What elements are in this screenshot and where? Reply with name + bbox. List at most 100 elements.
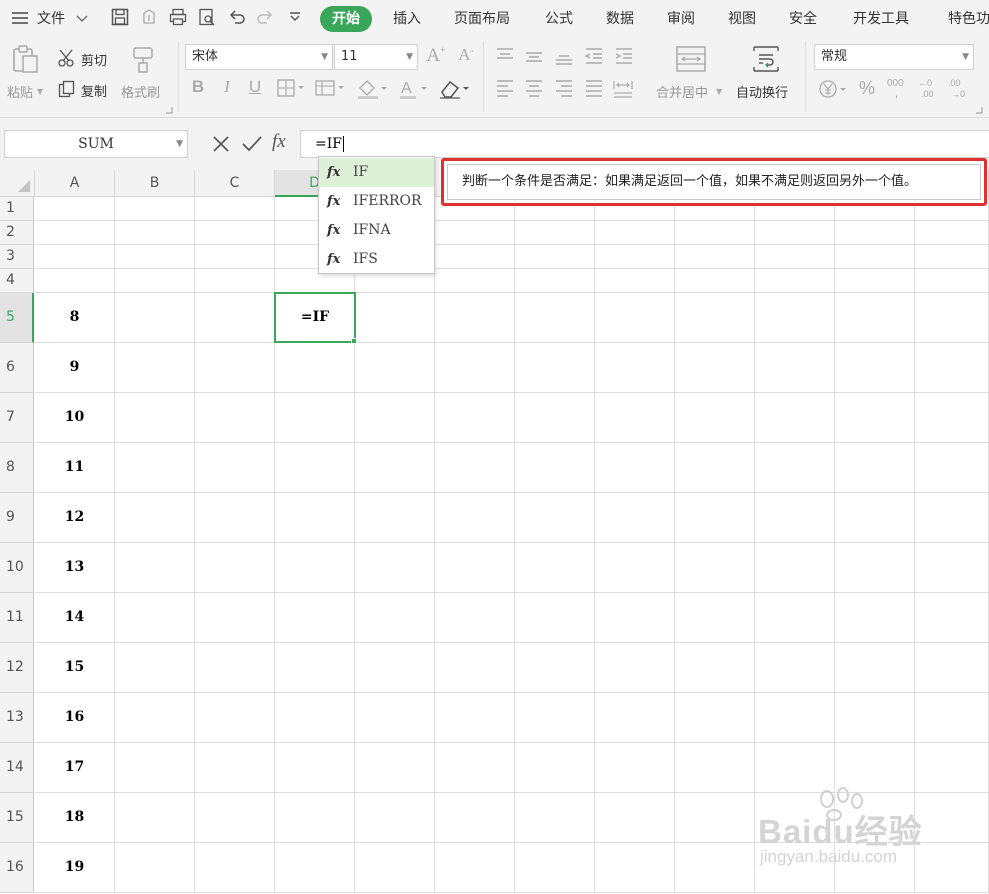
table-cell[interactable] (275, 543, 355, 593)
row-header-11[interactable]: 11 (0, 593, 34, 643)
table-cell[interactable] (835, 443, 915, 493)
table-cell[interactable] (595, 643, 675, 693)
clipboard-expand-icon[interactable] (165, 102, 173, 114)
print-icon[interactable] (167, 7, 189, 29)
cut-button[interactable]: 剪切 (81, 50, 107, 69)
table-cell[interactable] (435, 593, 515, 643)
table-cell[interactable] (275, 693, 355, 743)
table-cell[interactable] (595, 543, 675, 593)
table-cell[interactable] (835, 693, 915, 743)
cell-style-icon[interactable] (314, 78, 348, 98)
customize-toolbar-icon[interactable] (284, 7, 306, 29)
tab-review[interactable]: 审阅 (667, 6, 695, 32)
hamburger-menu-icon[interactable] (10, 8, 30, 28)
table-cell[interactable] (115, 221, 195, 245)
export-icon[interactable] (139, 7, 161, 29)
table-cell[interactable] (755, 393, 835, 443)
table-cell[interactable] (275, 743, 355, 793)
table-cell[interactable] (755, 221, 835, 245)
table-cell[interactable] (115, 197, 195, 221)
table-cell[interactable] (355, 693, 435, 743)
table-cell[interactable] (515, 293, 595, 343)
table-cell[interactable] (115, 693, 195, 743)
table-cell[interactable] (355, 843, 435, 893)
row-header-1[interactable]: 1 (0, 197, 34, 221)
tab-security[interactable]: 安全 (789, 6, 817, 32)
table-cell[interactable] (675, 343, 755, 393)
column-header-c[interactable]: C (195, 170, 275, 197)
tab-developer[interactable]: 开发工具 (853, 6, 909, 32)
print-preview-icon[interactable] (196, 7, 218, 29)
table-cell[interactable] (115, 543, 195, 593)
row-header-16[interactable]: 16 (0, 843, 34, 893)
redo-icon[interactable] (254, 7, 276, 29)
table-cell[interactable] (675, 293, 755, 343)
format-painter-icon[interactable] (128, 44, 158, 74)
table-cell[interactable] (195, 245, 275, 269)
format-painter-button[interactable]: 格式刷 (121, 82, 160, 101)
table-cell[interactable] (515, 643, 595, 693)
table-cell[interactable] (435, 543, 515, 593)
table-cell[interactable] (195, 543, 275, 593)
tab-page-layout[interactable]: 页面布局 (454, 6, 510, 32)
cell-a15[interactable]: 18 (35, 793, 115, 843)
table-cell[interactable] (515, 393, 595, 443)
italic-icon[interactable]: I (218, 78, 236, 98)
percent-icon[interactable]: % (856, 79, 878, 99)
cell-a8[interactable]: 11 (35, 443, 115, 493)
table-cell[interactable] (835, 269, 915, 293)
cell-a14[interactable]: 17 (35, 743, 115, 793)
table-cell[interactable] (195, 793, 275, 843)
merge-center-icon[interactable] (674, 44, 708, 74)
table-cell[interactable] (595, 293, 675, 343)
table-cell[interactable] (595, 743, 675, 793)
table-cell[interactable] (755, 593, 835, 643)
table-cell[interactable] (115, 293, 195, 343)
table-cell[interactable] (355, 743, 435, 793)
table-cell[interactable] (515, 343, 595, 393)
table-cell[interactable] (915, 593, 989, 643)
table-cell[interactable] (915, 493, 989, 543)
row-header-13[interactable]: 13 (0, 693, 34, 743)
decrease-font-size-icon[interactable]: A- (454, 46, 478, 68)
table-cell[interactable] (595, 269, 675, 293)
cell-a16[interactable]: 19 (35, 843, 115, 893)
table-cell[interactable] (835, 793, 915, 843)
table-cell[interactable] (835, 743, 915, 793)
table-cell[interactable] (515, 443, 595, 493)
align-top-icon[interactable] (494, 46, 516, 66)
align-middle-icon[interactable] (523, 46, 545, 66)
file-menu[interactable]: 文件 (37, 6, 65, 32)
cell-a11[interactable]: 14 (35, 593, 115, 643)
table-cell[interactable] (675, 443, 755, 493)
table-cell[interactable] (515, 743, 595, 793)
table-cell[interactable] (675, 543, 755, 593)
copy-icon[interactable] (57, 79, 77, 99)
row-header-14[interactable]: 14 (0, 743, 34, 793)
row-header-8[interactable]: 8 (0, 443, 34, 493)
table-cell[interactable] (435, 843, 515, 893)
row-header-5[interactable]: 5 (0, 293, 34, 343)
cell-a10[interactable]: 13 (35, 543, 115, 593)
table-cell[interactable] (675, 743, 755, 793)
table-cell[interactable] (195, 197, 275, 221)
table-cell[interactable] (355, 293, 435, 343)
cell-a7[interactable]: 10 (35, 393, 115, 443)
font-name-select[interactable]: 宋体 ▼ (185, 44, 333, 70)
table-cell[interactable] (755, 793, 835, 843)
cell-a2[interactable] (35, 221, 115, 245)
merge-center-button[interactable]: 合并居中 (656, 82, 708, 101)
table-cell[interactable] (595, 693, 675, 743)
table-cell[interactable] (915, 543, 989, 593)
paste-button[interactable]: 粘贴 (7, 82, 33, 101)
table-cell[interactable] (115, 593, 195, 643)
table-cell[interactable] (675, 221, 755, 245)
table-cell[interactable] (595, 343, 675, 393)
name-box-chevron-down-icon[interactable]: ▼ (176, 131, 183, 157)
table-cell[interactable] (755, 543, 835, 593)
table-cell[interactable] (195, 293, 275, 343)
table-cell[interactable] (915, 245, 989, 269)
align-left-icon[interactable] (494, 78, 516, 98)
table-cell[interactable] (515, 245, 595, 269)
table-cell[interactable] (275, 793, 355, 843)
